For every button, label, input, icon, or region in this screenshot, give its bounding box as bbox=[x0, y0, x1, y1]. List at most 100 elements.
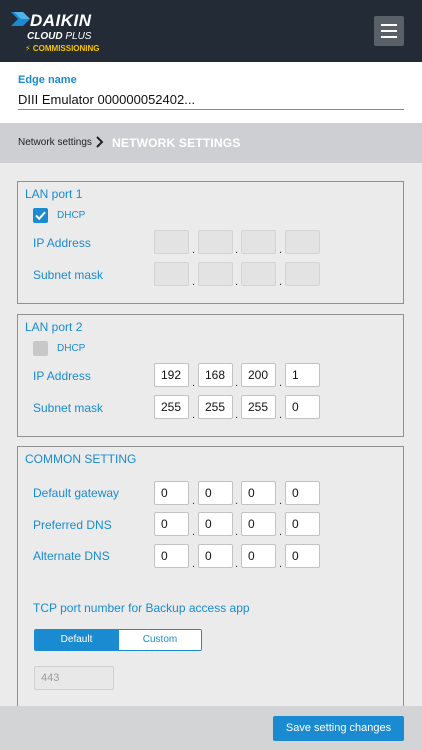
adns-octet-2[interactable]: 0 bbox=[198, 544, 233, 568]
edge-name-value: DIII Emulator 000000052402... bbox=[18, 92, 404, 110]
octet-separator: . bbox=[192, 276, 196, 288]
octet-separator: . bbox=[235, 377, 239, 389]
mask-octet-3[interactable] bbox=[241, 262, 276, 286]
lan-port-2-subnet-mask: 255 . 255 . 255 . 0 bbox=[154, 395, 322, 421]
cloud-text: CLOUD bbox=[27, 31, 63, 42]
common-setting-panel: COMMON SETTING Default gateway 0 . 0 . 0… bbox=[17, 446, 404, 718]
brand-logo-text: DAIKIN bbox=[30, 11, 92, 30]
mask-octet-1[interactable] bbox=[154, 262, 189, 286]
checkmark-icon bbox=[35, 211, 46, 221]
octet-separator: . bbox=[192, 377, 196, 389]
lightning-icon: ⚡ bbox=[25, 44, 31, 53]
mask-octet-1[interactable]: 255 bbox=[154, 395, 189, 419]
octet-separator: . bbox=[279, 244, 283, 256]
octet-separator: . bbox=[279, 558, 283, 570]
menu-icon-line bbox=[381, 24, 397, 26]
chevron-right-icon bbox=[96, 136, 104, 148]
alternate-dns-label: Alternate DNS bbox=[33, 549, 110, 563]
mask-octet-4[interactable]: 0 bbox=[285, 395, 320, 419]
octet-separator: . bbox=[192, 409, 196, 421]
tcp-port-label: TCP port number for Backup access app bbox=[33, 601, 250, 615]
ip-octet-4[interactable]: 1 bbox=[285, 363, 320, 387]
breadcrumb-network-settings-link[interactable]: Network settings bbox=[18, 137, 92, 148]
mask-octet-3[interactable]: 255 bbox=[241, 395, 276, 419]
save-settings-button[interactable]: Save setting changes bbox=[273, 716, 404, 741]
plus-text: PLUS bbox=[65, 31, 92, 42]
mode-label: ⚡ COMMISSIONING bbox=[25, 44, 100, 53]
lan-port-2-dhcp-label: DHCP bbox=[57, 343, 86, 354]
lan-port-2-title: LAN port 2 bbox=[25, 320, 83, 334]
breadcrumb: Network settings NETWORK SETTINGS bbox=[0, 123, 422, 163]
page-title: NETWORK SETTINGS bbox=[112, 136, 241, 150]
octet-separator: . bbox=[235, 276, 239, 288]
adns-octet-4[interactable]: 0 bbox=[285, 544, 320, 568]
octet-separator: . bbox=[192, 558, 196, 570]
ip-octet-2[interactable] bbox=[198, 230, 233, 254]
lan-port-1-mask-label: Subnet mask bbox=[33, 268, 104, 282]
octet-separator: . bbox=[235, 495, 239, 507]
default-gateway-input: 0 . 0 . 0 . 0 bbox=[154, 481, 322, 507]
octet-separator: . bbox=[235, 409, 239, 421]
lan-port-1-ip-label: IP Address bbox=[33, 236, 91, 250]
octet-separator: . bbox=[279, 276, 283, 288]
pdns-octet-1[interactable]: 0 bbox=[154, 512, 189, 536]
lan-port-2-mask-label: Subnet mask bbox=[33, 401, 104, 415]
ip-octet-2[interactable]: 168 bbox=[198, 363, 233, 387]
ip-octet-1[interactable] bbox=[154, 230, 189, 254]
lan-port-1-title: LAN port 1 bbox=[25, 187, 83, 201]
pdns-octet-3[interactable]: 0 bbox=[241, 512, 276, 536]
octet-separator: . bbox=[279, 409, 283, 421]
gateway-octet-1[interactable]: 0 bbox=[154, 481, 189, 505]
lan-port-1-panel: LAN port 1 DHCP IP Address . . . Subnet … bbox=[17, 181, 404, 304]
lan-port-2-panel: LAN port 2 DHCP IP Address 192 . 168 . 2… bbox=[17, 314, 404, 437]
pdns-octet-4[interactable]: 0 bbox=[285, 512, 320, 536]
gateway-octet-2[interactable]: 0 bbox=[198, 481, 233, 505]
gateway-octet-4[interactable]: 0 bbox=[285, 481, 320, 505]
menu-icon-line bbox=[381, 30, 397, 32]
edge-name-label: Edge name bbox=[18, 74, 77, 86]
common-setting-title: COMMON SETTING bbox=[25, 452, 137, 466]
preferred-dns-input: 0 . 0 . 0 . 0 bbox=[154, 512, 322, 538]
app-header: DAIKIN CLOUD PLUS ⚡ COMMISSIONING bbox=[0, 0, 422, 62]
product-name: CLOUD PLUS bbox=[27, 31, 91, 42]
menu-icon-line bbox=[381, 36, 397, 38]
ip-octet-3[interactable] bbox=[241, 230, 276, 254]
tcp-port-toggle: Default Custom bbox=[34, 629, 202, 651]
octet-separator: . bbox=[279, 526, 283, 538]
octet-separator: . bbox=[279, 377, 283, 389]
hamburger-menu-button[interactable] bbox=[374, 16, 404, 46]
default-gateway-label: Default gateway bbox=[33, 486, 120, 500]
mask-octet-2[interactable] bbox=[198, 262, 233, 286]
ip-octet-1[interactable]: 192 bbox=[154, 363, 189, 387]
ip-octet-3[interactable]: 200 bbox=[241, 363, 276, 387]
lan-port-2-ip-label: IP Address bbox=[33, 369, 91, 383]
ip-octet-4[interactable] bbox=[285, 230, 320, 254]
octet-separator: . bbox=[235, 244, 239, 256]
octet-separator: . bbox=[192, 526, 196, 538]
toggle-custom-button[interactable]: Custom bbox=[118, 630, 201, 650]
adns-octet-3[interactable]: 0 bbox=[241, 544, 276, 568]
octet-separator: . bbox=[235, 558, 239, 570]
mask-octet-2[interactable]: 255 bbox=[198, 395, 233, 419]
alternate-dns-input: 0 . 0 . 0 . 0 bbox=[154, 544, 322, 570]
lan-port-1-subnet-mask: . . . bbox=[154, 262, 322, 288]
toggle-default-button[interactable]: Default bbox=[35, 630, 118, 650]
mask-octet-4[interactable] bbox=[285, 262, 320, 286]
settings-content: LAN port 1 DHCP IP Address . . . Subnet … bbox=[0, 163, 422, 750]
lan-port-1-ip-address: . . . bbox=[154, 230, 322, 256]
octet-separator: . bbox=[192, 495, 196, 507]
lan-port-2-dhcp-checkbox[interactable] bbox=[33, 341, 48, 356]
lan-port-2-ip-address: 192 . 168 . 200 . 1 bbox=[154, 363, 322, 389]
octet-separator: . bbox=[192, 244, 196, 256]
commissioning-text: COMMISSIONING bbox=[32, 44, 100, 53]
lan-port-1-dhcp-label: DHCP bbox=[57, 210, 86, 221]
preferred-dns-label: Preferred DNS bbox=[33, 518, 112, 532]
gateway-octet-3[interactable]: 0 bbox=[241, 481, 276, 505]
adns-octet-1[interactable]: 0 bbox=[154, 544, 189, 568]
footer-bar: Save setting changes bbox=[0, 706, 422, 750]
tcp-port-input[interactable]: 443 bbox=[34, 666, 114, 690]
lan-port-1-dhcp-checkbox[interactable] bbox=[33, 208, 48, 223]
pdns-octet-2[interactable]: 0 bbox=[198, 512, 233, 536]
daikin-logo-icon bbox=[11, 12, 30, 26]
octet-separator: . bbox=[235, 526, 239, 538]
